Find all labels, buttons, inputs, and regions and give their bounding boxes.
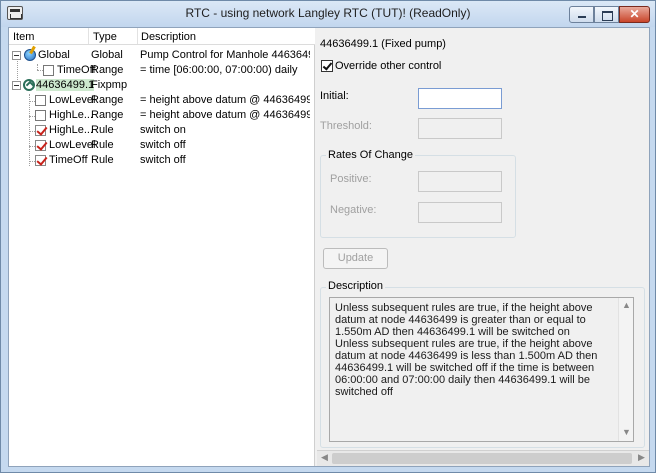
tree-item-description: switch off: [140, 139, 186, 151]
tree-item-name: LowLevel: [49, 139, 96, 151]
rule-icon: [35, 155, 46, 166]
close-button[interactable]: ✕: [619, 6, 650, 23]
negative-input[interactable]: [418, 202, 502, 223]
tree-row-timeoff-range[interactable]: TimeOff Range = time [06:00:00, 07:00:00…: [9, 63, 315, 78]
override-label[interactable]: Override other control: [335, 60, 441, 72]
collapse-icon[interactable]: [12, 81, 21, 90]
tree-row-lowlevel-range[interactable]: LowLevel Range = height above datum @ 44…: [9, 93, 315, 108]
tree-item-type: Global: [91, 49, 123, 61]
scroll-down-icon[interactable]: ▼: [619, 427, 634, 437]
threshold-input[interactable]: [418, 118, 502, 139]
tree-item-name: LowLevel: [49, 94, 96, 106]
tree-item-description: Pump Control for Manhole 44636499: [140, 49, 310, 61]
tree-item-name: TimeOff: [57, 64, 96, 76]
column-header-type[interactable]: Type: [93, 31, 117, 43]
tree-item-type: Rule: [91, 124, 114, 136]
description-box[interactable]: Unless subsequent rules are true, if the…: [329, 297, 634, 442]
tree-item-type: Range: [91, 94, 124, 106]
tree-item-description: switch on: [140, 124, 186, 136]
object-heading: 44636499.1 (Fixed pump): [320, 38, 446, 50]
initial-input[interactable]: [418, 88, 502, 109]
tree-item-type: Rule: [91, 139, 114, 151]
threshold-label: Threshold:: [320, 120, 372, 132]
description-title: Description: [326, 280, 386, 292]
initial-label: Initial:: [320, 90, 349, 102]
tree-item-name: Global: [38, 49, 70, 61]
close-icon: ✕: [629, 7, 640, 21]
column-divider[interactable]: [88, 28, 89, 44]
range-icon: [35, 110, 46, 121]
scroll-left-icon[interactable]: ◀: [317, 452, 332, 463]
tree-item-description: = height above datum @ 44636499 [1....: [140, 109, 310, 121]
tree-item-type: Rule: [91, 154, 114, 166]
tree-item-name: TimeOff: [49, 154, 88, 166]
pump-icon: [23, 79, 35, 91]
range-icon: [35, 95, 46, 106]
tree-item-name: 44636499.1: [36, 79, 95, 91]
title-bar[interactable]: RTC - using network Langley RTC (TUT)! (…: [1, 1, 655, 27]
rtc-window: RTC - using network Langley RTC (TUT)! (…: [0, 0, 656, 473]
rule-icon: [35, 140, 46, 151]
client-area: Item Type Description Global Global Pump…: [8, 27, 650, 467]
column-divider[interactable]: [137, 28, 138, 44]
description-text: Unless subsequent rules are true, if the…: [335, 302, 598, 398]
tree-header: Item Type Description: [9, 28, 315, 45]
tree-item-type: Range: [91, 64, 124, 76]
column-header-description[interactable]: Description: [141, 31, 196, 43]
description-scrollbar[interactable]: ▲ ▼: [618, 298, 633, 441]
tree-item-type: Range: [91, 109, 124, 121]
tree-row-pump[interactable]: 44636499.1 Fixpmp: [9, 78, 315, 93]
globe-icon: [24, 49, 36, 61]
rates-of-change-group: [320, 155, 516, 238]
tree-row-lowlevel-rule[interactable]: LowLevel Rule switch off: [9, 138, 315, 153]
tree-item-name: HighLe...: [49, 124, 94, 136]
rule-icon: [35, 125, 46, 136]
range-icon: [43, 65, 54, 76]
update-button[interactable]: Update: [323, 248, 388, 269]
properties-panel: 44636499.1 (Fixed pump) Override other c…: [317, 28, 649, 466]
rtc-tree[interactable]: Item Type Description Global Global Pump…: [9, 28, 315, 466]
tree-item-type: Fixpmp: [91, 79, 128, 91]
tree-item-description: = height above datum @ 44636499 [-I...: [140, 94, 310, 106]
tree-row-highlevel-range[interactable]: HighLe... Range = height above datum @ 4…: [9, 108, 315, 123]
scroll-right-icon[interactable]: ▶: [634, 452, 649, 463]
scroll-up-icon[interactable]: ▲: [619, 300, 634, 310]
column-header-item[interactable]: Item: [13, 31, 34, 43]
positive-label: Positive:: [330, 173, 372, 185]
tree-item-description: = time [06:00:00, 07:00:00) daily: [140, 64, 298, 76]
window-title: RTC - using network Langley RTC (TUT)! (…: [185, 6, 471, 20]
tree-item-description: switch off: [140, 154, 186, 166]
negative-label: Negative:: [330, 204, 377, 216]
maximize-button[interactable]: [594, 6, 619, 23]
collapse-icon[interactable]: [12, 51, 21, 60]
tree-row-highlevel-rule[interactable]: HighLe... Rule switch on: [9, 123, 315, 138]
tree-row-timeoff-rule[interactable]: TimeOff Rule switch off: [9, 153, 315, 168]
minimize-button[interactable]: [569, 6, 594, 23]
override-checkbox[interactable]: [321, 60, 333, 72]
tree-row-global[interactable]: Global Global Pump Control for Manhole 4…: [9, 48, 315, 63]
rates-of-change-title: Rates Of Change: [326, 149, 415, 161]
positive-input[interactable]: [418, 171, 502, 192]
tree-item-name: HighLe...: [49, 109, 94, 121]
scrollbar-thumb[interactable]: [332, 453, 632, 464]
panel-horizontal-scrollbar[interactable]: ◀ ▶: [317, 450, 649, 466]
